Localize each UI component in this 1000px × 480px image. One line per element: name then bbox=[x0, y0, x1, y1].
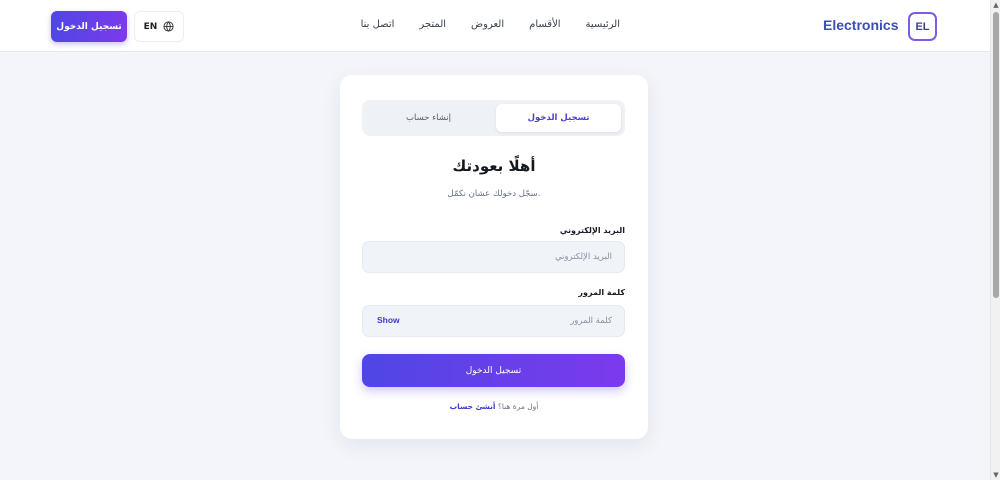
signup-prompt: أول مرة هنا؟ أنشئ حساب bbox=[340, 402, 648, 411]
page-scrollbar[interactable]: ▲ ▼ bbox=[990, 0, 1000, 480]
top-header: تسجيل الدخول EN الرئيسية الأقسام العروض … bbox=[0, 0, 990, 52]
header-login-button[interactable]: تسجيل الدخول bbox=[51, 11, 127, 42]
password-field-wrapper: Show bbox=[362, 305, 625, 337]
signup-prompt-text: أول مرة هنا؟ bbox=[497, 402, 539, 411]
nav-item-home[interactable]: الرئيسية bbox=[586, 19, 620, 33]
auth-card: إنشاء حساب تسجيل الدخول أهلًا بعودتك سجّ… bbox=[340, 75, 648, 439]
main-nav: الرئيسية الأقسام العروض المتجر اتصل بنا bbox=[360, 19, 620, 33]
nav-item-offers[interactable]: العروض bbox=[471, 19, 504, 33]
auth-tabs: إنشاء حساب تسجيل الدخول bbox=[362, 100, 625, 136]
brand-name[interactable]: Electronics bbox=[823, 17, 898, 33]
submit-login-button[interactable]: تسجيل الدخول bbox=[362, 354, 625, 387]
language-switcher[interactable]: EN bbox=[134, 11, 184, 42]
language-code: EN bbox=[143, 21, 158, 32]
nav-item-contact[interactable]: اتصل بنا bbox=[361, 19, 395, 33]
scroll-down-arrow-icon[interactable]: ▼ bbox=[992, 471, 1000, 479]
email-label: البريد الإلكتروني bbox=[559, 226, 625, 235]
scroll-up-arrow-icon[interactable]: ▲ bbox=[992, 1, 1000, 9]
globe-icon bbox=[163, 21, 174, 32]
scroll-thumb[interactable] bbox=[993, 12, 999, 298]
signup-link[interactable]: أنشئ حساب bbox=[450, 402, 496, 411]
page-title: أهلًا بعودتك bbox=[452, 157, 536, 175]
email-field[interactable] bbox=[363, 242, 624, 272]
brand-logo[interactable]: EL bbox=[908, 12, 937, 41]
password-label: كلمة المرور bbox=[578, 288, 625, 297]
nav-item-store[interactable]: المتجر bbox=[419, 19, 446, 33]
show-password-button[interactable]: Show bbox=[377, 315, 400, 325]
tab-register[interactable]: إنشاء حساب bbox=[366, 104, 491, 132]
nav-item-categories[interactable]: الأقسام bbox=[529, 19, 560, 33]
page-subtitle: سجّل دخولك عشان نكمّل. bbox=[447, 189, 541, 199]
tab-login[interactable]: تسجيل الدخول bbox=[496, 104, 621, 132]
email-field-wrapper bbox=[362, 241, 625, 273]
password-field[interactable] bbox=[363, 306, 624, 336]
